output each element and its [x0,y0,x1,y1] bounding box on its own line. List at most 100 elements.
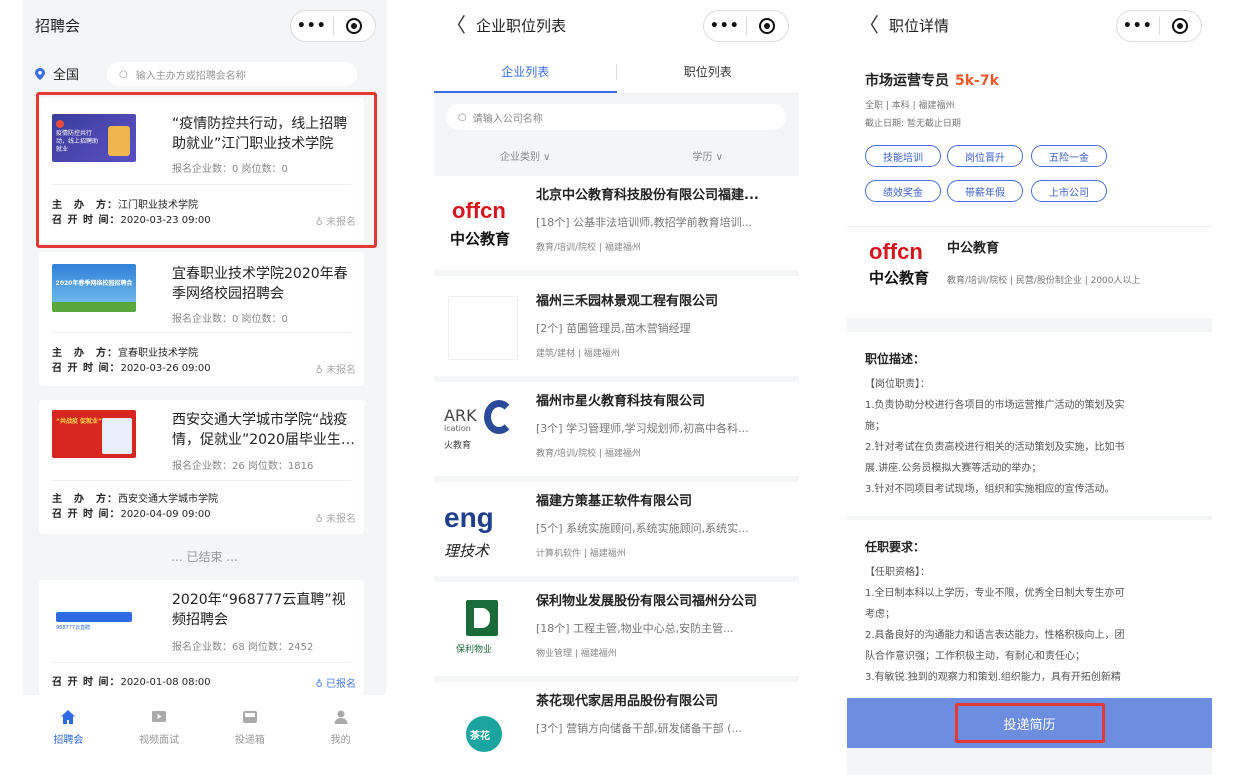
inbox-icon [242,711,257,723]
location-pin-icon [35,67,45,80]
requirements-heading: 任职要求： [865,540,926,554]
company-name: 茶花现代家居用品股份有限公司 [536,694,719,709]
company-logo: 茶花 [448,696,518,760]
fair-list-screen: 招聘会 ••• 全国 ○ 输入主办方或招聘会名称 疫情防控共行动，线上招聘助就业… [23,0,386,775]
fair-title: 西安交通大学城市学院“战疫情，促就业”2020届毕业生… [172,412,355,448]
ended-divider: ... 已结束 ... [171,550,238,564]
company-jobs: [18个] 公基非法培训师,教招学前教育培训... [536,216,753,229]
company-info: 教育/培训/院校 | 民营/股份制企业 | 2000人以上 [947,276,1141,286]
highlight-box [36,92,377,248]
company-name: 北京中公教育科技股份有限公司福建... [536,188,759,203]
host-row: 主 办 方：宜春职业技术学院 [52,348,198,359]
more-menu-button[interactable]: ••• [291,18,333,34]
top-bar: 〈 职位详情 ••• [847,0,1212,50]
filter-company-category[interactable]: 企业类别 ∨ [434,148,617,163]
company-logo: offcn 中公教育 [448,190,518,254]
top-bar: 〈 企业职位列表 ••• [434,0,799,50]
company-name: 福建方策基正软件有限公司 [536,494,693,509]
close-mini-program-button[interactable] [1160,18,1202,34]
fair-thumbnail: 968777云直聘 [52,590,136,632]
tab-me[interactable]: 我的 [295,709,386,775]
filter-bar: 企业类别 ∨ 学历 ∨ [434,148,799,163]
tab-company-list[interactable]: 企业列表 [434,50,617,93]
fair-search-input[interactable]: ○ 输入主办方或招聘会名称 [107,62,357,86]
search-placeholder: 请输入公司名称 [472,113,543,125]
back-button[interactable]: 〈 [859,15,879,35]
company-name: 中公教育 [947,241,1000,256]
job-description: 职位描述： 【岗位职责】： 1.负责协助分校进行各项目的市场运营推广活动的策划及… [847,332,1212,516]
company-logo: offcn 中公教育 [869,239,930,287]
more-menu-button[interactable]: ••• [1117,18,1159,34]
page-title: 企业职位列表 [476,16,567,35]
submit-bar: 投递简历 [847,698,1212,748]
fair-counts: 报名企业数：68 岗位数：2452 [172,642,314,653]
signup-status: ♁ 未报名 [315,514,356,525]
job-deadline: 截止日期: 暂无截止日期 [865,119,961,129]
mini-program-capsule: ••• [290,10,376,42]
company-name: 保利物业发展股份有限公司福州分公司 [536,594,758,609]
close-mini-program-button[interactable] [334,18,376,34]
tab-job-list[interactable]: 职位列表 [617,50,800,93]
benefit-tag: 绩效奖金 [865,180,941,202]
benefit-tag: 技能培训 [865,145,941,167]
job-detail-screen: 〈 职位详情 ••• 市场运营专员 5k-7k 全职 | 本科 | 福建福州 截止… [847,0,1212,775]
target-icon [346,18,363,34]
host-row: 主 办 方：西安交通大学城市学院 [52,494,218,505]
fair-title: 宜春职业技术学院2020年春季网络校园招聘会 [172,266,348,302]
tab-video-interview[interactable]: 视频面试 [114,709,205,775]
time-row: 召 开 时 间：2020-03-26 09:00 [52,363,211,374]
signup-status: ♁ 已报名 [315,679,356,690]
tab-fairs[interactable]: 招聘会 [23,709,114,775]
company-jobs: [5个] 系统实施顾问,系统实施顾问,系统实... [536,522,749,535]
submit-resume-button[interactable]: 投递简历 [954,703,1105,743]
company-item[interactable]: ARK ication 火教育 福州市星火教育科技有限公司 [3个] 学习管理师… [434,382,799,482]
company-item[interactable]: 茶花 茶花现代家居用品股份有限公司 [3个] 营销方向储备干部,研发储备干部 (… [434,682,799,775]
company-tags: 教育/培训/院校 | 福建福州 [536,449,641,459]
company-search-input[interactable]: ○ 请输入公司名称 [446,104,786,130]
signup-status: ♁ 未报名 [315,365,356,376]
company-summary[interactable]: offcn 中公教育 中公教育 教育/培训/院校 | 民营/股份制企业 | 20… [847,226,1212,318]
location-selector[interactable]: 全国 [35,64,79,83]
company-tags: 物业管理 | 福建福州 [536,649,617,659]
time-row: 召 开 时 间：2020-04-09 09:00 [52,509,211,520]
user-icon: ♁ [315,514,323,525]
fair-card[interactable]: 968777云直聘 2020年“968777云直聘”视频招聘会 报名企业数：68… [39,580,364,695]
company-item[interactable]: eng 理技术 福建方策基正软件有限公司 [5个] 系统实施顾问,系统实施顾问,… [434,482,799,582]
salary: 5k-7k [955,73,999,89]
divider [52,480,351,481]
company-item[interactable]: offcn 中公教育 北京中公教育科技股份有限公司福建... [18个] 公基非… [434,176,799,276]
fair-card[interactable]: 2020年春季网络校园招聘会 宜春职业技术学院2020年春季网络校园招聘会 报名… [39,252,364,386]
company-tags: 建筑/建材 | 福建福州 [536,349,620,359]
requirements-body: 【任职资格】： 1.全日制本科以上学历，专业不限，优秀全日制大专生亦可 考虑； … [865,567,1125,683]
job-summary: 市场运营专员 5k-7k 全职 | 本科 | 福建福州 截止日期: 暂无截止日期 … [847,50,1212,226]
benefit-tag: 带薪年假 [947,180,1023,202]
back-button[interactable]: 〈 [446,15,466,35]
top-bar: 招聘会 ••• [23,0,386,50]
benefit-tag: 岗位晋升 [947,145,1023,167]
fair-card[interactable]: “共战疫 促就业” 西安交通大学城市学院“战疫情，促就业”2020届毕业生… 报… [39,400,364,534]
bottom-tab-bar: 招聘会 视频面试 投递箱 我的 [23,695,386,775]
benefit-tag: 上市公司 [1031,180,1107,202]
fair-thumbnail: “共战疫 促就业” [52,410,136,458]
more-menu-button[interactable]: ••• [704,18,746,34]
fair-counts: 报名企业数：0 岗位数：0 [172,314,288,325]
company-name: 福州市星火教育科技有限公司 [536,394,706,409]
company-logo: 保利物业 [448,596,518,660]
company-jobs: [3个] 学习管理师,学习规划师,初高中各科... [536,422,749,435]
company-item[interactable]: 保利物业 保利物业发展股份有限公司福州分公司 [18个] 工程主管,物业中心总,… [434,582,799,682]
target-icon [759,18,776,34]
video-icon [152,711,167,722]
benefit-tag: 五险一金 [1031,145,1107,167]
time-row: 召 开 时 间：2020-01-08 08:00 [52,677,211,688]
mini-program-capsule: ••• [703,10,789,42]
company-item[interactable]: 福州三禾园林景观工程有限公司 [2个] 苗圃管理员,苗木营销经理 建筑/建材 |… [434,282,799,382]
filter-education[interactable]: 学历 ∨ [617,148,800,163]
fair-thumbnail: 2020年春季网络校园招聘会 [52,264,136,312]
tab-inbox[interactable]: 投递箱 [205,709,296,775]
user-icon: ♁ [315,365,323,376]
company-logo: eng 理技术 [444,496,514,560]
company-jobs: [3个] 营销方向储备干部,研发储备干部 (... [536,722,742,735]
close-mini-program-button[interactable] [747,18,789,34]
search-icon: ○ [119,68,128,80]
company-logo [448,296,518,360]
